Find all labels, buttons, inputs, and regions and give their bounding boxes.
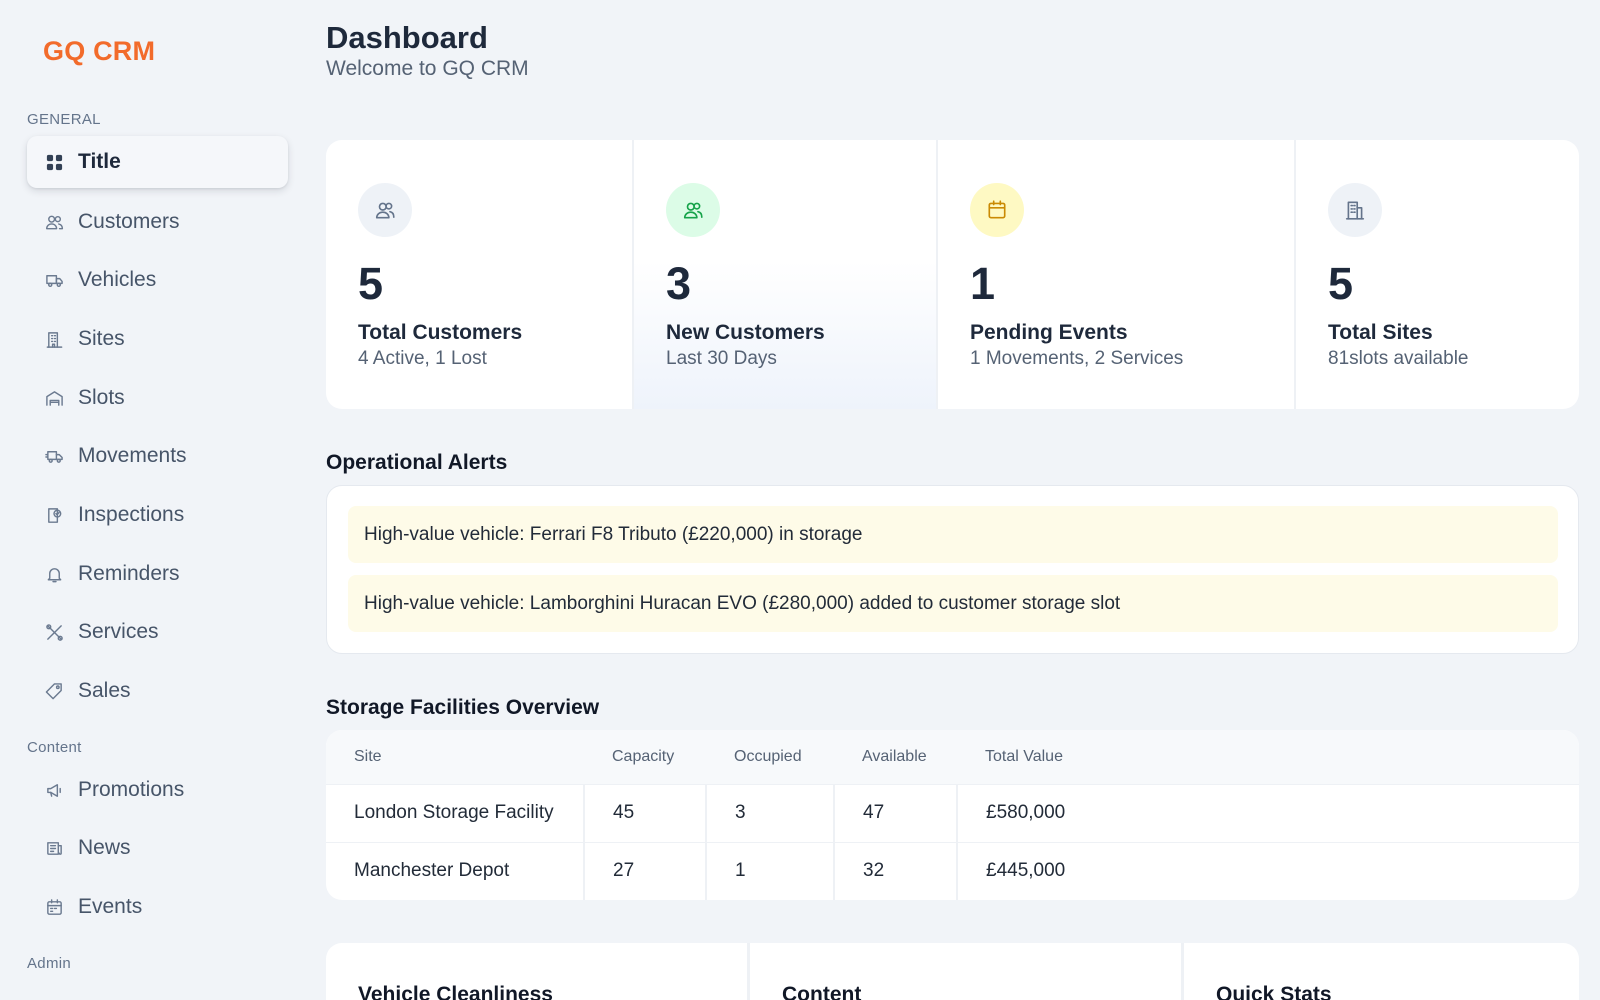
sidebar-item-label: Movements (78, 444, 187, 467)
users-icon (43, 211, 65, 233)
users-icon (358, 183, 412, 237)
section-label-content: Content (27, 739, 82, 756)
stat-sub: 4 Active, 1 Lost (358, 348, 487, 369)
cell-occupied: 3 (706, 784, 835, 842)
sidebar-item-label: News (78, 836, 131, 859)
users-icon (666, 183, 720, 237)
garage-icon (43, 387, 65, 409)
alert-item[interactable]: High-value vehicle: Lamborghini Huracan … (348, 575, 1558, 632)
delivery-truck-icon (43, 445, 65, 467)
sidebar-item-sites[interactable]: Sites (27, 313, 288, 365)
cell-total-value: £580,000 (986, 802, 1066, 823)
sidebar-item-movements[interactable]: Movements (27, 430, 288, 482)
stat-card-total-sites[interactable]: 5 Total Sites 81slots available (1296, 140, 1579, 409)
sidebar: GQ CRM GENERAL Title Customers Vehicles … (0, 0, 300, 1000)
stat-sub: Last 30 Days (666, 348, 777, 369)
sidebar-item-label: Reminders (78, 562, 180, 585)
stats-panel: 5 Total Customers 4 Active, 1 Lost 3 New… (326, 140, 1579, 409)
sidebar-item-title[interactable]: Title (27, 136, 288, 188)
card-content: Content (750, 943, 1184, 1000)
stat-value: 1 (970, 258, 996, 309)
sidebar-item-promotions[interactable]: Promotions (27, 764, 288, 816)
building-icon (43, 328, 65, 350)
brand-logo[interactable]: GQ CRM (43, 36, 155, 67)
sidebar-item-inspections[interactable]: Inspections (27, 489, 288, 541)
sidebar-item-label: Sites (78, 327, 125, 350)
section-label-general: GENERAL (27, 111, 101, 128)
clipboard-check-icon (43, 504, 65, 526)
card-quick-stats: Quick Stats (1184, 943, 1579, 1000)
stat-card-new-customers[interactable]: 3 New Customers Last 30 Days (634, 140, 938, 409)
sidebar-item-label: Slots (78, 386, 125, 409)
sidebar-item-vehicles[interactable]: Vehicles (27, 254, 288, 306)
storage-title: Storage Facilities Overview (326, 696, 600, 719)
table-row[interactable]: London Storage Facility 45 3 47 £580,000 (326, 784, 1579, 842)
sidebar-item-label: Promotions (78, 778, 185, 801)
column-header-available[interactable]: Available (834, 730, 957, 784)
alert-item[interactable]: High-value vehicle: Ferrari F8 Tributo (… (348, 506, 1558, 563)
stat-sub: 81slots available (1328, 348, 1469, 369)
calendar-icon (43, 896, 65, 918)
sidebar-item-label: Sales (78, 679, 131, 702)
stat-card-pending-events[interactable]: 1 Pending Events 1 Movements, 2 Services (938, 140, 1296, 409)
bell-icon (43, 563, 65, 585)
table-row[interactable]: Manchester Depot 27 1 32 £445,000 (326, 842, 1579, 900)
sidebar-item-label: Services (78, 620, 159, 643)
sidebar-item-customers[interactable]: Customers (27, 196, 288, 248)
cell-capacity: 45 (584, 784, 707, 842)
storage-table: Site Capacity Occupied Available Total V… (326, 730, 1579, 900)
card-vehicle-cleanliness: Vehicle Cleanliness (326, 943, 750, 1000)
stat-label: Total Sites (1328, 321, 1433, 344)
sidebar-item-label: Events (78, 895, 143, 918)
column-header-capacity[interactable]: Capacity (584, 730, 706, 784)
cell-total-value: £445,000 (986, 860, 1066, 882)
column-header-occupied[interactable]: Occupied (706, 730, 834, 784)
megaphone-icon (43, 779, 65, 801)
stat-value: 5 (1328, 258, 1354, 309)
cell-available: 32 (834, 842, 958, 900)
grid-icon (43, 151, 65, 173)
page-title: Dashboard (326, 20, 488, 55)
sidebar-item-sales[interactable]: Sales (27, 665, 288, 717)
alerts-title: Operational Alerts (326, 451, 508, 474)
sidebar-item-events[interactable]: Events (27, 881, 288, 933)
sidebar-item-label: Vehicles (78, 268, 157, 291)
sidebar-item-reminders[interactable]: Reminders (27, 548, 288, 600)
newspaper-icon (43, 837, 65, 859)
tools-icon (43, 621, 65, 643)
stat-card-total-customers[interactable]: 5 Total Customers 4 Active, 1 Lost (326, 140, 634, 409)
card-title: Quick Stats (1216, 983, 1332, 1000)
cell-capacity: 27 (584, 842, 707, 900)
sidebar-item-services[interactable]: Services (27, 606, 288, 658)
stat-value: 3 (666, 258, 692, 309)
stat-label: Pending Events (970, 321, 1128, 344)
cell-occupied: 1 (706, 842, 835, 900)
stat-label: New Customers (666, 321, 825, 344)
sidebar-item-label: Customers (78, 210, 180, 233)
cell-site: Manchester Depot (326, 842, 585, 900)
truck-icon (43, 269, 65, 291)
sidebar-item-slots[interactable]: Slots (27, 372, 288, 424)
card-title: Vehicle Cleanliness (358, 983, 553, 1000)
stat-value: 5 (358, 258, 384, 309)
section-label-admin: Admin (27, 955, 72, 972)
page-subtitle: Welcome to GQ CRM (326, 57, 529, 80)
sidebar-item-label: Title (78, 150, 121, 173)
stat-label: Total Customers (358, 321, 523, 344)
bottom-cards: Vehicle Cleanliness Content Quick Stats (326, 943, 1579, 1000)
card-title: Content (782, 983, 862, 1000)
cell-available: 47 (834, 784, 958, 842)
column-header-total-value[interactable]: Total Value (957, 730, 1579, 784)
building-icon (1328, 183, 1382, 237)
stat-sub: 1 Movements, 2 Services (970, 348, 1184, 369)
table-header-row: Site Capacity Occupied Available Total V… (326, 730, 1579, 784)
column-header-site[interactable]: Site (326, 730, 584, 784)
tag-icon (43, 680, 65, 702)
cell-site: London Storage Facility (326, 784, 585, 842)
calendar-icon (970, 183, 1024, 237)
sidebar-item-label: Inspections (78, 503, 185, 526)
sidebar-item-news[interactable]: News (27, 822, 288, 874)
alerts-panel: High-value vehicle: Ferrari F8 Tributo (… (326, 485, 1579, 654)
